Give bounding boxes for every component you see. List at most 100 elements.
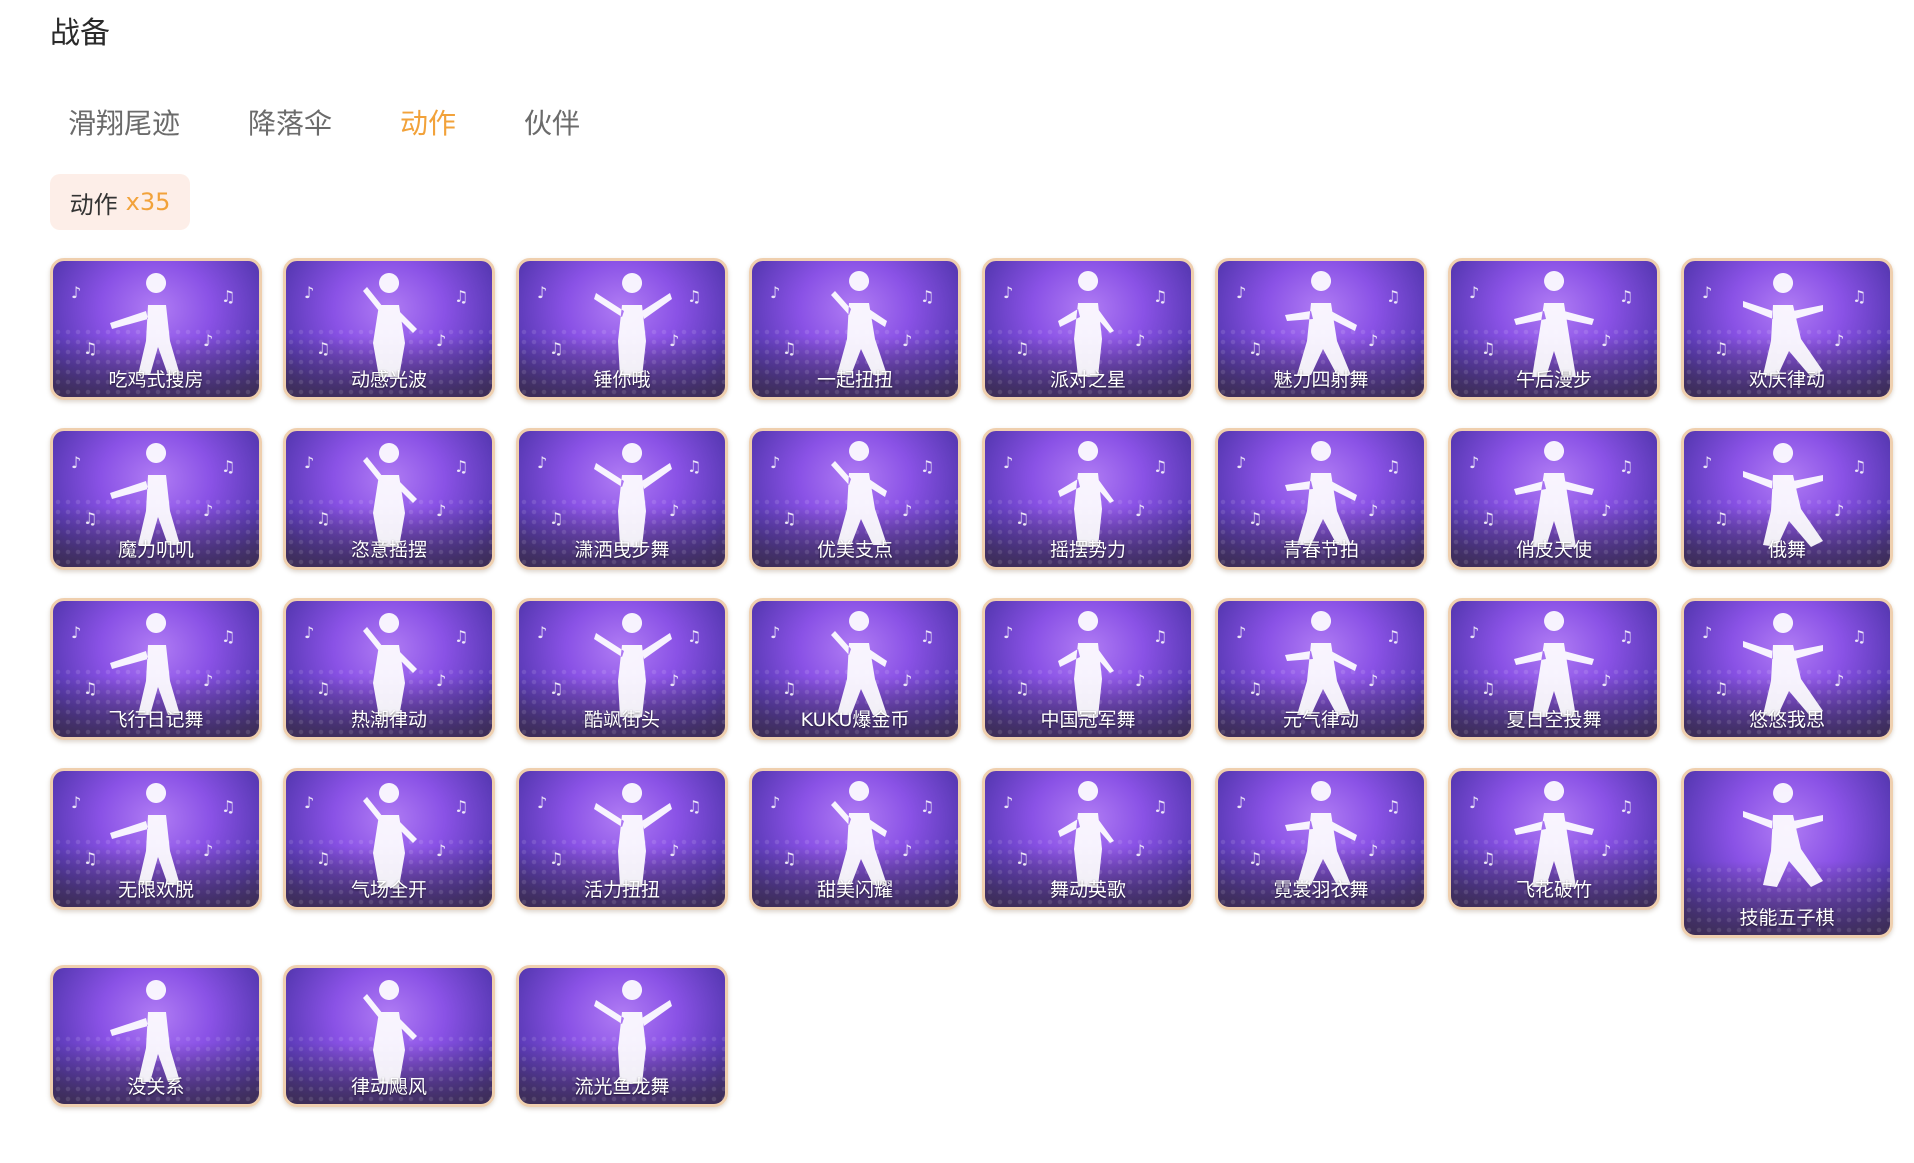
music-note-icon: ♪ bbox=[304, 623, 315, 642]
emote-card[interactable]: ♪ ♫ ♪ ♫ 俏皮天使 bbox=[1448, 428, 1660, 570]
music-note-icon: ♫ bbox=[1619, 797, 1634, 816]
emote-card[interactable]: ♪ ♫ ♪ ♫ 活力扭扭 bbox=[516, 768, 728, 910]
emote-card[interactable]: ♪ ♫ ♪ ♫ 元气律动 bbox=[1215, 598, 1427, 740]
emote-card[interactable]: ♪ ♫ ♪ ♫ 悠悠我思 bbox=[1681, 598, 1893, 740]
music-note-icon: ♪ bbox=[770, 283, 781, 302]
emote-card[interactable]: ♪ ♫ ♪ ♫ 霓裳羽衣舞 bbox=[1215, 768, 1427, 910]
music-note-icon: ♪ bbox=[770, 793, 781, 812]
emote-card[interactable]: ♪ ♫ ♪ ♫ 摇摆势力 bbox=[982, 428, 1194, 570]
music-note-icon: ♪ bbox=[1469, 793, 1480, 812]
music-note-icon: ♫ bbox=[83, 339, 98, 358]
emote-card[interactable]: 流光鱼龙舞 bbox=[516, 965, 728, 1107]
emote-card-label: 恣意摇摆 bbox=[350, 539, 427, 561]
emote-card[interactable]: 技能五子棋 bbox=[1681, 768, 1893, 938]
emote-card[interactable]: ♪ ♫ ♪ ♫ 潇洒曳步舞 bbox=[516, 428, 728, 570]
music-note-icon: ♪ bbox=[1236, 793, 1247, 812]
emote-card[interactable]: ♪ ♫ ♪ ♫ 魅力四射舞 bbox=[1215, 258, 1427, 400]
emote-card[interactable]: ♪ ♫ ♪ ♫ 俄舞 bbox=[1681, 428, 1893, 570]
emote-card[interactable]: ♪ ♫ ♪ ♫ 中国冠军舞 bbox=[982, 598, 1194, 740]
emote-card[interactable]: ♪ ♫ ♪ ♫ 派对之星 bbox=[982, 258, 1194, 400]
emote-card[interactable]: ♪ ♫ ♪ ♫ 飞行日记舞 bbox=[50, 598, 262, 740]
music-note-icon: ♪ bbox=[902, 671, 913, 690]
emote-card-label: 活力扭扭 bbox=[583, 879, 660, 901]
music-note-icon: ♫ bbox=[1481, 679, 1496, 698]
music-note-icon: ♪ bbox=[537, 623, 548, 642]
emote-card[interactable]: ♪ ♫ ♪ ♫ 一起扭扭 bbox=[749, 258, 961, 400]
tab-companion[interactable]: 伙伴 bbox=[524, 104, 580, 144]
music-note-icon: ♫ bbox=[549, 679, 564, 698]
music-note-icon: ♪ bbox=[1003, 283, 1014, 302]
music-note-icon: ♪ bbox=[1702, 283, 1713, 302]
emote-card-label: 飞花破竹 bbox=[1515, 879, 1592, 901]
emote-card[interactable]: ♪ ♫ ♪ ♫ 舞动英歌 bbox=[982, 768, 1194, 910]
music-note-icon: ♪ bbox=[902, 501, 913, 520]
music-note-icon: ♫ bbox=[316, 339, 331, 358]
emote-card[interactable]: ♪ ♫ ♪ ♫ 气场全开 bbox=[283, 768, 495, 910]
music-note-icon: ♫ bbox=[1852, 627, 1867, 646]
music-note-icon: ♫ bbox=[920, 287, 935, 306]
emote-card-label: 元气律动 bbox=[1282, 709, 1359, 731]
music-note-icon: ♫ bbox=[1386, 627, 1401, 646]
emote-card[interactable]: ♪ ♫ ♪ ♫ 夏日空投舞 bbox=[1448, 598, 1660, 740]
music-note-icon: ♫ bbox=[454, 457, 469, 476]
emote-card-label: 动感光波 bbox=[350, 369, 427, 391]
music-note-icon: ♪ bbox=[1368, 841, 1379, 860]
tab-glide-trail[interactable]: 滑翔尾迹 bbox=[68, 104, 180, 144]
music-note-icon: ♫ bbox=[549, 339, 564, 358]
emote-card[interactable]: ♪ ♫ ♪ ♫ 锤你哦 bbox=[516, 258, 728, 400]
music-note-icon: ♪ bbox=[71, 283, 82, 302]
emote-card-label: 甜美闪耀 bbox=[816, 879, 893, 901]
emote-card-label: 俄舞 bbox=[1767, 539, 1806, 561]
music-note-icon: ♫ bbox=[1481, 509, 1496, 528]
emote-card[interactable]: 律动飓风 bbox=[283, 965, 495, 1107]
emote-card[interactable]: ♪ ♫ ♪ ♫ 午后漫步 bbox=[1448, 258, 1660, 400]
emote-card-label: 流光鱼龙舞 bbox=[574, 1076, 670, 1098]
emote-card[interactable]: ♪ ♫ ♪ ♫ 魔力叽叽 bbox=[50, 428, 262, 570]
emote-card[interactable]: ♪ ♫ ♪ ♫ 飞花破竹 bbox=[1448, 768, 1660, 910]
music-note-icon: ♫ bbox=[920, 457, 935, 476]
music-note-icon: ♪ bbox=[1135, 671, 1146, 690]
music-note-icon: ♫ bbox=[1153, 627, 1168, 646]
music-note-icon: ♫ bbox=[687, 287, 702, 306]
emote-card[interactable]: ♪ ♫ ♪ ♫ 甜美闪耀 bbox=[749, 768, 961, 910]
music-note-icon: ♫ bbox=[782, 339, 797, 358]
music-note-icon: ♫ bbox=[221, 287, 236, 306]
emote-card[interactable]: ♪ ♫ ♪ ♫ 优美支点 bbox=[749, 428, 961, 570]
emote-card[interactable]: ♪ ♫ ♪ ♫ 动感光波 bbox=[283, 258, 495, 400]
music-note-icon: ♪ bbox=[1135, 841, 1146, 860]
emote-card[interactable]: ♪ ♫ ♪ ♫ 无限欢脱 bbox=[50, 768, 262, 910]
music-note-icon: ♪ bbox=[436, 331, 447, 350]
emote-card[interactable]: ♪ ♫ ♪ ♫ KUKU爆金币 bbox=[749, 598, 961, 740]
count-badge-label: 动作 bbox=[69, 190, 118, 219]
count-badge-number: x35 bbox=[125, 188, 171, 216]
music-note-icon: ♪ bbox=[203, 331, 214, 350]
music-note-icon: ♫ bbox=[316, 679, 331, 698]
music-note-icon: ♫ bbox=[1248, 849, 1263, 868]
music-note-icon: ♪ bbox=[203, 671, 214, 690]
music-note-icon: ♪ bbox=[304, 793, 315, 812]
emote-card-label: 技能五子棋 bbox=[1739, 907, 1835, 929]
emote-card-label: 霓裳羽衣舞 bbox=[1273, 879, 1369, 901]
music-note-icon: ♫ bbox=[1015, 339, 1030, 358]
music-note-icon: ♫ bbox=[83, 509, 98, 528]
emote-card[interactable]: ♪ ♫ ♪ ♫ 青春节拍 bbox=[1215, 428, 1427, 570]
music-note-icon: ♪ bbox=[436, 501, 447, 520]
tab-emotes[interactable]: 动作 bbox=[400, 104, 456, 144]
emote-card-label: 派对之星 bbox=[1049, 369, 1126, 391]
emote-card-label: 中国冠军舞 bbox=[1040, 709, 1136, 731]
music-note-icon: ♫ bbox=[920, 797, 935, 816]
music-note-icon: ♪ bbox=[1003, 793, 1014, 812]
music-note-icon: ♫ bbox=[221, 627, 236, 646]
emote-card[interactable]: ♪ ♫ ♪ ♫ 酷飒街头 bbox=[516, 598, 728, 740]
music-note-icon: ♫ bbox=[221, 457, 236, 476]
emote-card[interactable]: ♪ ♫ ♪ ♫ 恣意摇摆 bbox=[283, 428, 495, 570]
music-note-icon: ♫ bbox=[1153, 797, 1168, 816]
emote-card[interactable]: ♪ ♫ ♪ ♫ 吃鸡式搜房 bbox=[50, 258, 262, 400]
tab-parachute[interactable]: 降落伞 bbox=[248, 104, 332, 144]
music-note-icon: ♫ bbox=[1015, 849, 1030, 868]
emote-card[interactable]: 没关系 bbox=[50, 965, 262, 1107]
emote-card[interactable]: ♪ ♫ ♪ ♫ 热潮律动 bbox=[283, 598, 495, 740]
music-note-icon: ♫ bbox=[1248, 339, 1263, 358]
emote-card-label: 锤你哦 bbox=[593, 369, 651, 391]
emote-card[interactable]: ♪ ♫ ♪ ♫ 欢庆律动 bbox=[1681, 258, 1893, 400]
